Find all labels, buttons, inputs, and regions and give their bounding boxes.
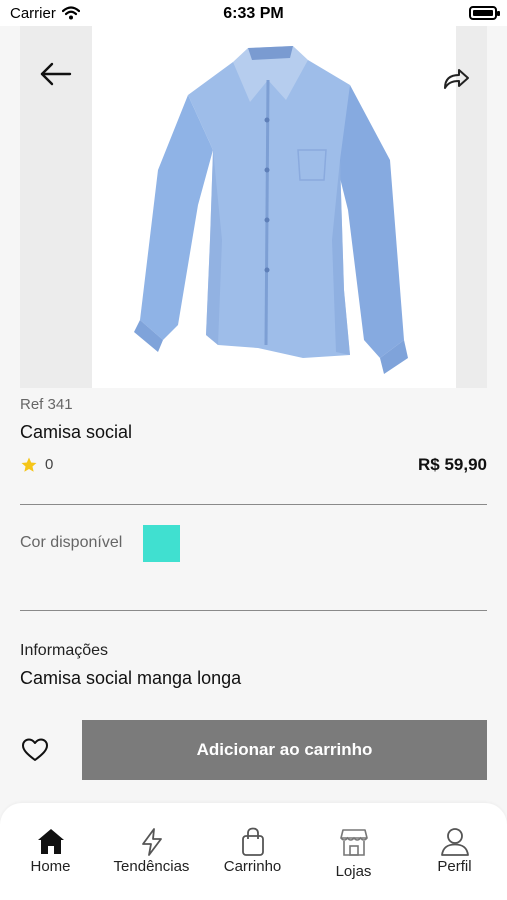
store-icon bbox=[339, 829, 368, 856]
status-bar: Carrier 6:33 PM bbox=[0, 0, 507, 26]
tab-home[interactable]: Home bbox=[0, 803, 101, 900]
lightning-icon bbox=[141, 828, 162, 856]
star-icon bbox=[21, 457, 37, 472]
home-icon bbox=[37, 829, 64, 854]
tab-label: Home bbox=[30, 858, 71, 875]
clock: 6:33 PM bbox=[223, 5, 284, 22]
color-swatch[interactable] bbox=[143, 525, 180, 562]
tab-profile[interactable]: Perfil bbox=[404, 803, 505, 900]
shopping-bag-icon bbox=[241, 827, 264, 856]
tab-stores[interactable]: Lojas bbox=[303, 803, 404, 900]
tab-label: Carrinho bbox=[223, 858, 282, 875]
divider bbox=[20, 610, 487, 611]
color-label: Cor disponível bbox=[20, 534, 123, 551]
dress-shirt-image bbox=[134, 46, 408, 374]
product-ref: Ref 341 bbox=[20, 396, 73, 413]
heart-icon[interactable] bbox=[21, 737, 49, 763]
rating-count: 0 bbox=[45, 456, 54, 473]
tab-bar: Home Tendências Carrinho Lojas Perfil bbox=[0, 803, 507, 900]
tab-trends[interactable]: Tendências bbox=[101, 803, 202, 900]
product-title: Camisa social bbox=[20, 422, 133, 442]
tab-label: Tendências bbox=[113, 858, 190, 875]
share-icon[interactable] bbox=[441, 66, 471, 92]
divider bbox=[20, 504, 487, 505]
tab-label: Lojas bbox=[335, 863, 372, 880]
user-icon bbox=[440, 828, 469, 856]
tab-cart[interactable]: Carrinho bbox=[202, 803, 303, 900]
battery-icon bbox=[469, 6, 500, 20]
tab-label: Perfil bbox=[437, 858, 472, 875]
info-heading: Informações bbox=[20, 642, 109, 659]
info-description: Camisa social manga longa bbox=[20, 668, 242, 688]
add-to-cart-button[interactable]: Adicionar ao carrinho bbox=[82, 720, 487, 780]
back-arrow-icon[interactable] bbox=[38, 60, 74, 88]
product-price: R$ 59,90 bbox=[418, 455, 487, 474]
